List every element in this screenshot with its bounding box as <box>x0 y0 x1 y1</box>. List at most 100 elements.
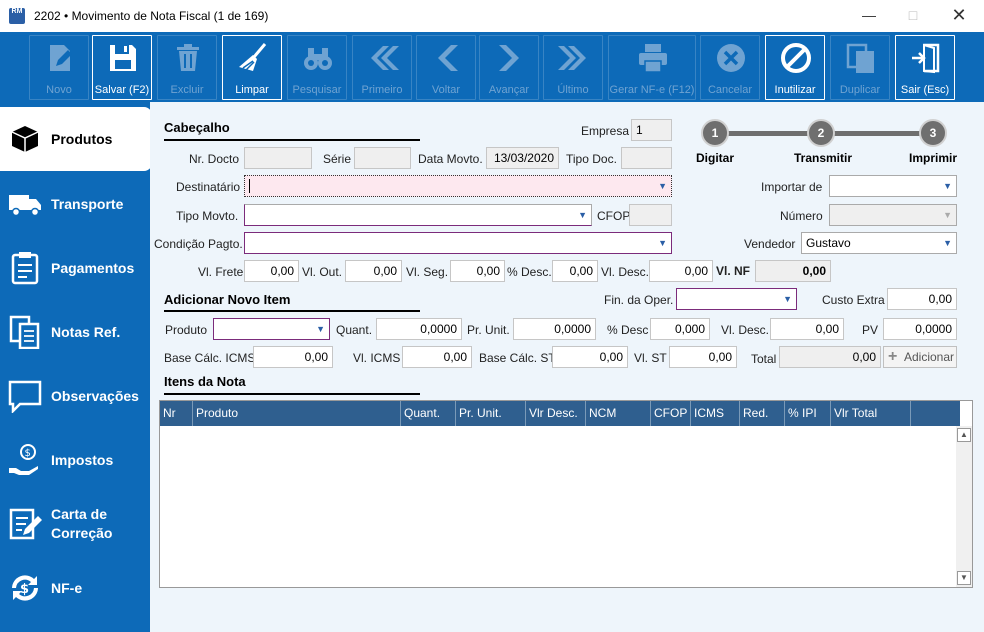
plus-icon: + <box>888 348 898 365</box>
chevron-left-icon <box>438 45 458 71</box>
base-icms-label: Base Cálc. ICMS <box>164 351 256 365</box>
inutilizar-button[interactable]: Inutilizar <box>765 35 825 100</box>
vendedor-label: Vendedor <box>744 237 796 251</box>
chevron-down-icon: ▼ <box>316 324 325 334</box>
vl-frete-field[interactable]: 0,00 <box>244 260 299 282</box>
sair-button[interactable]: Sair (Esc) <box>895 35 955 100</box>
col-cfop[interactable]: CFOP <box>651 401 691 426</box>
col-red[interactable]: Red. <box>740 401 785 426</box>
fin-oper-combo[interactable]: ▼ <box>676 288 797 310</box>
sidebar-item-carta-correcao[interactable]: Carta de Correção <box>0 492 150 556</box>
custo-extra-field[interactable]: 0,00 <box>887 288 957 310</box>
window-title: 2202 • Movimento de Nota Fiscal (1 de 16… <box>34 9 269 23</box>
sidebar-item-transporte[interactable]: Transporte <box>0 172 150 236</box>
avancar-button[interactable]: Avançar <box>479 35 539 100</box>
scroll-up-icon[interactable]: ▲ <box>957 428 971 442</box>
sidebar-item-impostos[interactable]: $ Impostos <box>0 428 150 492</box>
pct-desc-field[interactable]: 0,00 <box>552 260 598 282</box>
maximize-button[interactable]: □ <box>898 4 928 26</box>
col-ncm[interactable]: NCM <box>586 401 651 426</box>
base-icms-field[interactable]: 0,00 <box>253 346 333 368</box>
excluir-button[interactable]: Excluir <box>157 35 217 100</box>
empresa-label: Empresa <box>581 124 630 138</box>
binoculars-icon <box>304 48 332 70</box>
tipo-doc-field[interactable] <box>621 147 672 169</box>
sidebar-item-observacoes[interactable]: Observações <box>0 364 150 428</box>
item-vl-desc-field[interactable]: 0,00 <box>770 318 844 340</box>
tipo-movto-combo[interactable]: ▼ <box>244 204 592 226</box>
primeiro-button[interactable]: Primeiro <box>352 35 412 100</box>
sidebar-item-produtos[interactable]: Produtos <box>0 107 152 171</box>
pv-field[interactable]: 0,0000 <box>883 318 957 340</box>
sidebar-item-nfe[interactable]: $ NF-e <box>0 556 150 620</box>
vl-icms-field[interactable]: 0,00 <box>402 346 472 368</box>
pr-unit-label: Pr. Unit. <box>467 323 510 337</box>
speech-bubble-icon <box>8 380 42 413</box>
voltar-button[interactable]: Voltar <box>416 35 476 100</box>
close-window-button[interactable]: ✕ <box>944 4 974 26</box>
col-vlr-total[interactable]: Vlr Total <box>831 401 911 426</box>
base-st-field[interactable]: 0,00 <box>552 346 628 368</box>
vl-st-field[interactable]: 0,00 <box>669 346 737 368</box>
numero-label: Número <box>780 209 823 223</box>
empresa-field[interactable]: 1 <box>631 119 672 141</box>
sidebar: Produtos Transporte Pagamentos Notas Ref… <box>0 102 152 632</box>
condicao-combo[interactable]: ▼ <box>244 232 672 254</box>
item-pct-desc-field[interactable]: 0,000 <box>650 318 710 340</box>
vl-nf-field: 0,00 <box>755 260 831 282</box>
pr-unit-field[interactable]: 0,0000 <box>513 318 596 340</box>
minimize-button[interactable]: — <box>854 4 884 26</box>
salvar-button[interactable]: Salvar (F2) <box>92 35 152 100</box>
vl-st-label: Vl. ST <box>634 351 667 365</box>
cancelar-button[interactable]: Cancelar <box>700 35 760 100</box>
double-chevron-left-icon <box>371 46 399 70</box>
data-movto-field[interactable]: 13/03/2020 <box>486 147 559 169</box>
pesquisar-button[interactable]: Pesquisar <box>287 35 347 100</box>
numero-combo[interactable]: ▼ <box>829 204 957 226</box>
new-document-icon <box>50 45 72 71</box>
scroll-down-icon[interactable]: ▼ <box>957 571 971 585</box>
ultimo-button[interactable]: Último <box>543 35 603 100</box>
chevron-down-icon: ▼ <box>943 238 952 248</box>
fin-oper-label: Fin. da Oper. <box>604 293 674 307</box>
adicionar-button[interactable]: + Adicionar <box>883 346 957 368</box>
tipo-doc-label: Tipo Doc. <box>566 152 617 166</box>
vl-desc-field[interactable]: 0,00 <box>649 260 713 282</box>
grid-scrollbar[interactable]: ▲ ▼ <box>956 426 972 587</box>
novo-button[interactable]: Novo <box>29 35 89 100</box>
sidebar-item-notas-ref[interactable]: Notas Ref. <box>0 300 150 364</box>
col-quant[interactable]: Quant. <box>401 401 456 426</box>
col-nr[interactable]: Nr <box>160 401 193 426</box>
col-icms[interactable]: ICMS <box>691 401 740 426</box>
vl-seg-field[interactable]: 0,00 <box>450 260 505 282</box>
adicionar-item-underline <box>164 310 420 312</box>
truck-icon <box>9 195 41 217</box>
sidebar-item-pagamentos[interactable]: Pagamentos <box>0 236 150 300</box>
quant-field[interactable]: 0,0000 <box>376 318 462 340</box>
exit-door-icon <box>912 43 940 74</box>
cfop-field[interactable] <box>629 204 672 226</box>
nr-docto-field[interactable] <box>244 147 312 169</box>
svg-text:$: $ <box>25 448 31 459</box>
serie-field[interactable] <box>354 147 411 169</box>
limpar-button[interactable]: Limpar <box>222 35 282 100</box>
importar-combo[interactable]: ▼ <box>829 175 957 197</box>
col-pct-ipi[interactable]: % IPI <box>785 401 831 426</box>
vl-out-field[interactable]: 0,00 <box>345 260 402 282</box>
cabecalho-title: Cabeçalho <box>164 120 230 135</box>
produto-label: Produto <box>165 323 208 337</box>
vendedor-combo[interactable]: Gustavo ▼ <box>801 232 957 254</box>
produto-combo[interactable]: ▼ <box>213 318 330 340</box>
destinatario-combo[interactable]: ▼ <box>244 175 672 197</box>
col-produto[interactable]: Produto <box>193 401 401 426</box>
col-vlr-desc[interactable]: Vlr Desc. <box>526 401 586 426</box>
step-imprimir-label: Imprimir <box>909 151 958 165</box>
destinatario-label: Destinatário <box>176 180 241 194</box>
gerar-nfe-button[interactable]: Gerar NF-e (F12) <box>608 35 696 100</box>
duplicar-button[interactable]: Duplicar <box>830 35 890 100</box>
vl-out-label: Vl. Out. <box>302 265 343 279</box>
chevron-down-icon: ▼ <box>658 238 667 248</box>
col-pr-unit[interactable]: Pr. Unit. <box>456 401 526 426</box>
itens-grid[interactable]: Nr Produto Quant. Pr. Unit. Vlr Desc. NC… <box>159 400 973 588</box>
vl-seg-label: Vl. Seg. <box>406 265 449 279</box>
